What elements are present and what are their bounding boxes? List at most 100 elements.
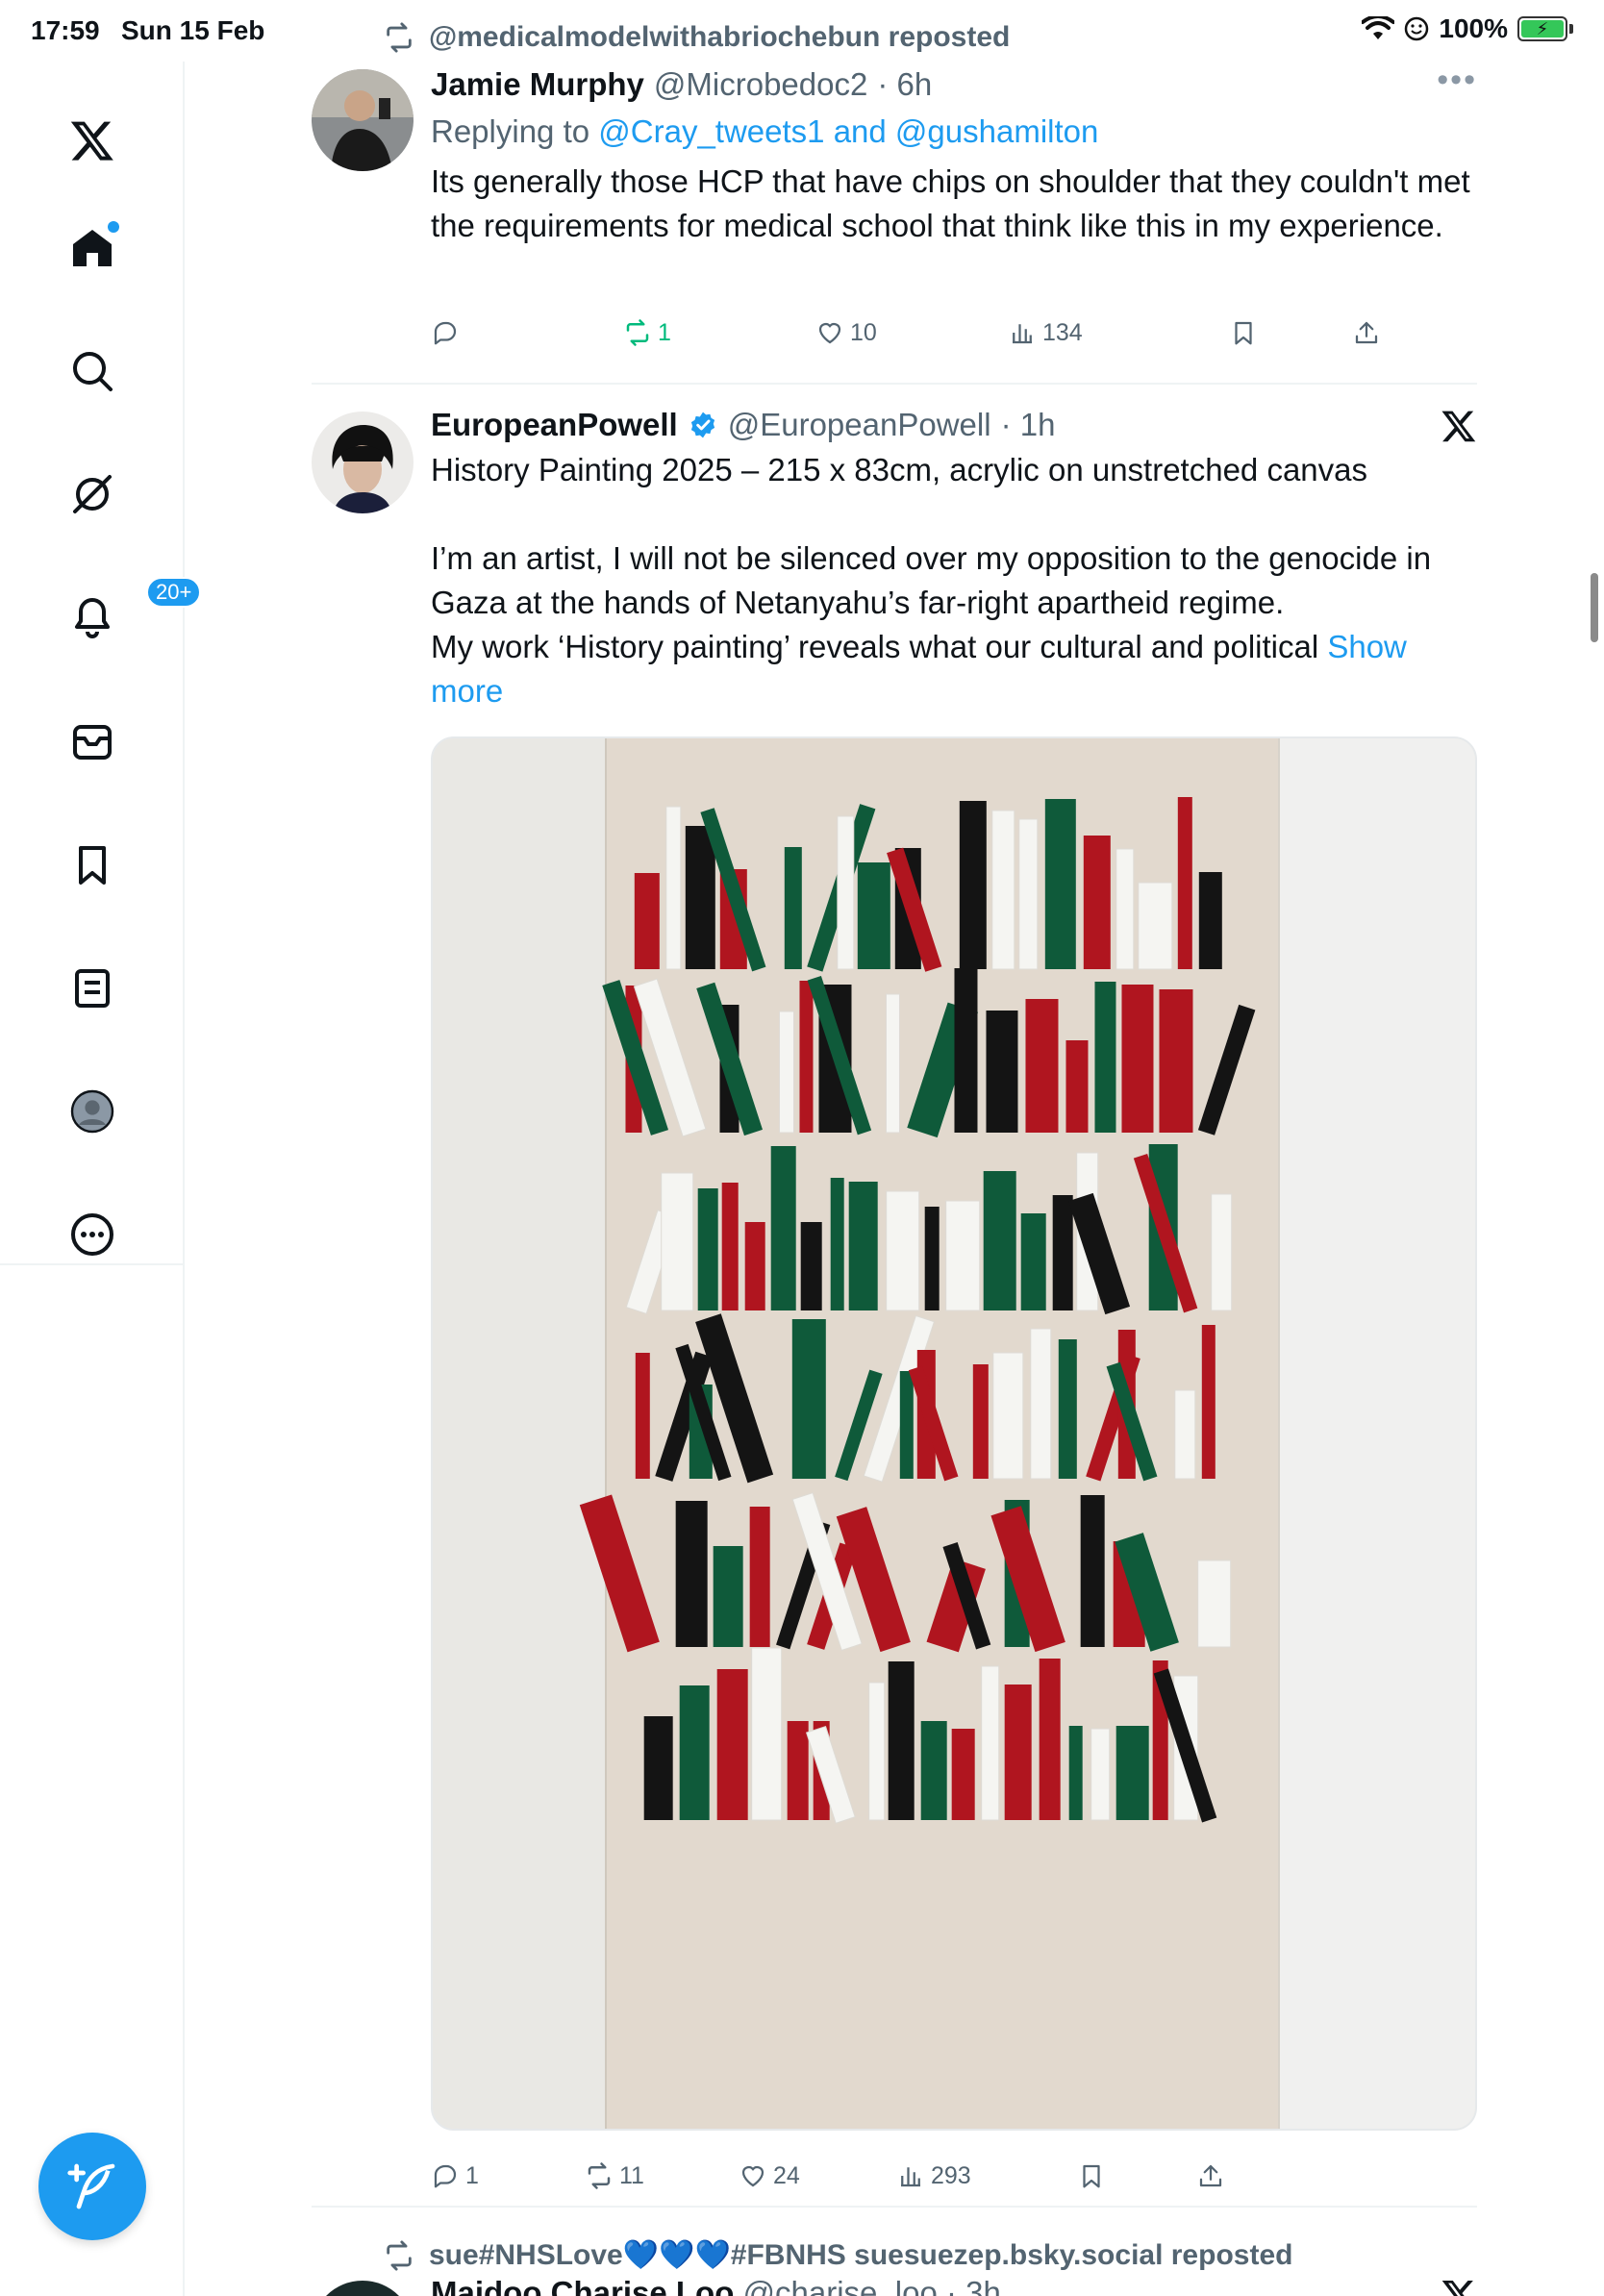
author-handle[interactable]: @charise_loo · 3h xyxy=(743,2281,1001,2296)
repost-button[interactable]: 11 xyxy=(585,2161,644,2190)
tweet-divider xyxy=(312,2206,1477,2208)
author-name[interactable]: EuropeanPowell xyxy=(431,407,678,443)
heart-icon xyxy=(741,2165,764,2187)
list-icon[interactable] xyxy=(62,958,123,1019)
tweet-text-line1: History Painting 2025 – 215 x 83cm, acry… xyxy=(431,452,1368,487)
repost-indicator[interactable]: @medicalmodelwithabriochebun reposted xyxy=(383,21,1010,54)
home-unread-dot xyxy=(108,221,119,233)
painted-book xyxy=(744,1222,765,1310)
painting-image xyxy=(433,738,1475,2129)
painted-book xyxy=(778,1011,794,1134)
compose-button[interactable] xyxy=(38,2133,146,2240)
more-icon[interactable] xyxy=(62,1204,123,1265)
painted-book xyxy=(954,968,978,1133)
reply-prefix: Replying to xyxy=(431,113,590,149)
scrollbar-thumb[interactable] xyxy=(1591,573,1598,642)
tweet-european-powell[interactable]: EuropeanPowell @EuropeanPowell · 1h Hist… xyxy=(312,402,1477,2200)
painted-book xyxy=(992,1352,1024,1480)
painted-book xyxy=(1177,797,1192,969)
painted-book xyxy=(886,1190,920,1311)
painted-book xyxy=(787,1721,809,1820)
painted-book xyxy=(675,1501,708,1647)
x-logo-icon[interactable] xyxy=(1441,408,1477,444)
painted-book xyxy=(920,1721,947,1820)
x-logo-icon[interactable] xyxy=(62,110,123,171)
bell-icon[interactable]: 20+ xyxy=(62,577,202,648)
tweet-jamie-murphy[interactable]: Jamie Murphy @Microbedoc2 · 6h ••• Reply… xyxy=(312,62,1477,379)
painted-book xyxy=(986,1011,1018,1133)
painted-book xyxy=(751,1647,783,1821)
painted-book xyxy=(721,1183,739,1310)
author-handle[interactable]: @EuropeanPowell xyxy=(728,407,991,443)
author-name[interactable]: Jamie Murphy xyxy=(431,66,644,103)
painted-book xyxy=(634,873,660,969)
more-options-icon[interactable]: ••• xyxy=(1437,62,1477,99)
bookmark-icon[interactable] xyxy=(62,835,123,896)
painted-book xyxy=(1201,1325,1216,1479)
painted-book xyxy=(1083,836,1111,969)
analytics-icon xyxy=(1013,324,1032,344)
painted-book xyxy=(848,1182,878,1310)
painted-book xyxy=(1198,872,1222,969)
reply-targets[interactable]: @Cray_tweets1 and @gushamilton xyxy=(598,113,1098,149)
reply-button[interactable]: 1 xyxy=(431,2161,479,2190)
painted-book xyxy=(1094,982,1116,1133)
painted-book xyxy=(679,1685,710,1820)
author-handle[interactable]: @Microbedoc2 xyxy=(654,66,867,103)
share-icon xyxy=(1199,2164,1222,2187)
reply-button[interactable] xyxy=(431,318,465,347)
painted-book xyxy=(697,1188,718,1310)
tweet-actions: 1 11 24 293 xyxy=(431,2157,1477,2195)
painted-book xyxy=(1068,1726,1083,1820)
avatar[interactable] xyxy=(312,2281,414,2296)
status-time: 17:59 xyxy=(31,15,100,45)
repost-button[interactable]: 1 xyxy=(623,318,671,347)
painted-book xyxy=(837,815,855,970)
painted-book xyxy=(1039,1659,1061,1820)
bookmark-button[interactable] xyxy=(1077,2161,1106,2190)
repost-icon xyxy=(387,2239,412,2271)
x-logo-icon[interactable] xyxy=(1441,2281,1477,2296)
tweet-text: Its generally those HCP that have chips … xyxy=(431,163,1470,243)
like-button[interactable]: 10 xyxy=(815,318,877,347)
reply-context: Replying to @Cray_tweets1 and @gushamilt… xyxy=(431,108,1477,156)
avatar[interactable] xyxy=(312,412,414,513)
analytics-icon xyxy=(901,2167,920,2187)
verified-badge-icon xyxy=(690,412,714,438)
painted-book xyxy=(830,1178,844,1310)
painted-book xyxy=(981,1665,1000,1821)
tweet-partial[interactable]: Maidoo Charise Loo @charise_loo · 3h xyxy=(312,2281,1477,2296)
repost-indicator[interactable]: sue#NHSLove💙💙💙#FBNHS suesuezep.bsky.soci… xyxy=(383,2238,1292,2272)
tweet-header: EuropeanPowell @EuropeanPowell · 1h xyxy=(431,402,1477,448)
like-button[interactable]: 24 xyxy=(739,2161,800,2190)
painted-book xyxy=(685,826,715,969)
painted-book xyxy=(1115,848,1135,970)
search-icon[interactable] xyxy=(62,340,123,402)
painted-book xyxy=(665,806,682,970)
like-count: 24 xyxy=(773,2161,800,2189)
painted-book xyxy=(983,1171,1016,1310)
tweet-time[interactable]: · 6h xyxy=(877,66,932,103)
grok-icon[interactable] xyxy=(62,463,123,525)
mail-icon[interactable] xyxy=(62,711,123,773)
painted-book xyxy=(924,1207,940,1310)
author-name[interactable]: Maidoo Charise Loo xyxy=(431,2281,734,2296)
share-button[interactable] xyxy=(1196,2161,1225,2190)
painted-book xyxy=(1174,1389,1196,1480)
views-button[interactable]: 293 xyxy=(896,2161,971,2190)
bookmark-button[interactable] xyxy=(1229,318,1258,347)
tweet-text-para3: My work ‘History painting’ reveals what … xyxy=(431,629,1319,664)
home-icon[interactable] xyxy=(62,217,123,279)
repost-icon xyxy=(387,22,412,53)
painted-book xyxy=(770,1146,796,1310)
profile-icon[interactable] xyxy=(62,1081,123,1142)
painted-book xyxy=(1004,1685,1032,1820)
share-button[interactable] xyxy=(1352,318,1381,347)
tweet-time[interactable]: · 1h xyxy=(1001,407,1056,443)
avatar[interactable] xyxy=(312,69,414,171)
painted-book xyxy=(1030,1328,1052,1480)
painted-book xyxy=(749,1507,770,1647)
tweet-image[interactable] xyxy=(431,736,1477,2131)
reply-icon xyxy=(434,321,457,345)
views-button[interactable]: 134 xyxy=(1008,318,1083,347)
